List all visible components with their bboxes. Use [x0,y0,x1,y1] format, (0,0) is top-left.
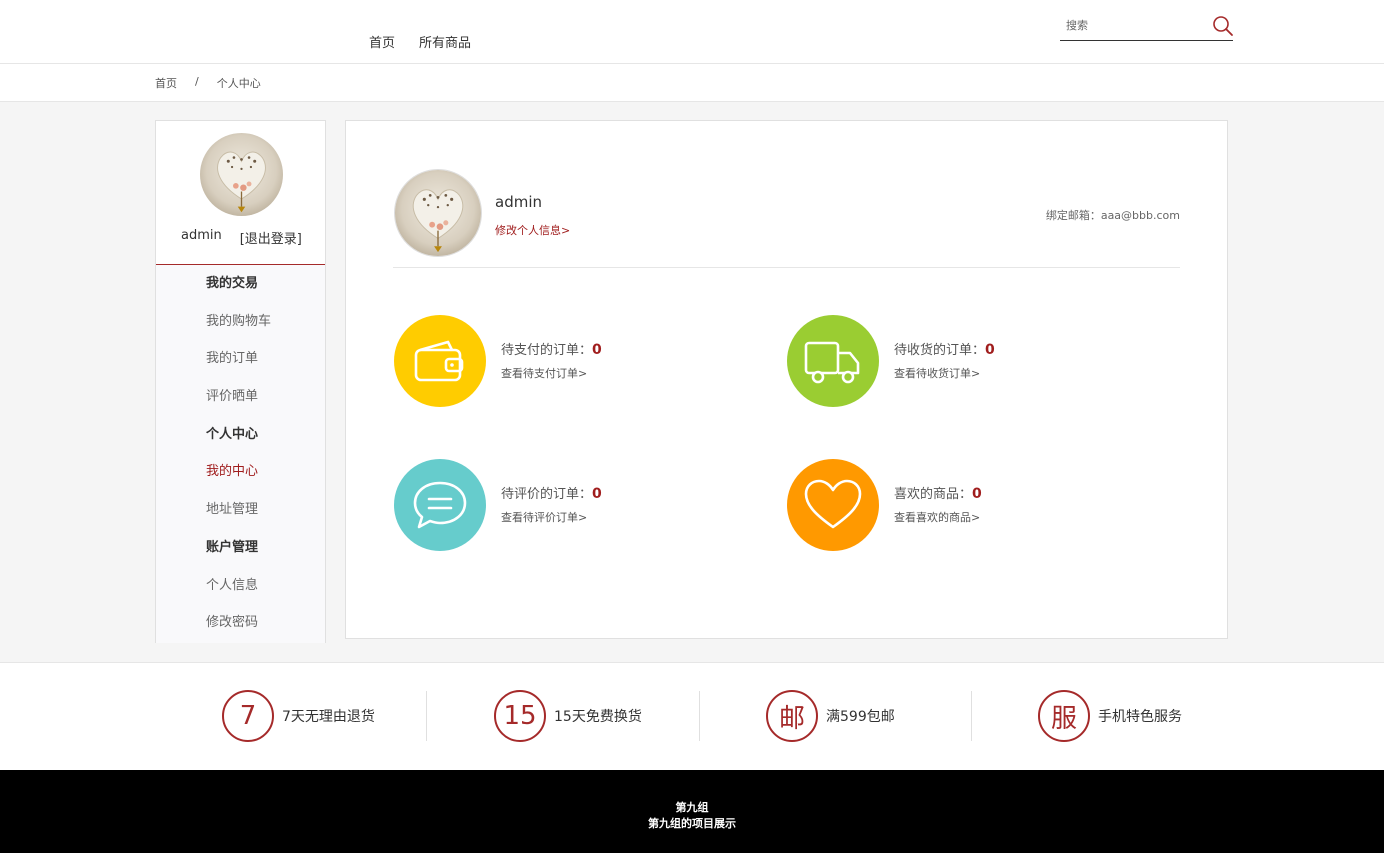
menu-heading-my-trades: 我的交易 [206,276,259,291]
sidebar-menu: 我的交易 我的购物车 我的订单 评价晒单 个人中心 我的中心 地址管理 账户管理… [156,265,325,643]
stat-label-text: 待评价的订单： [501,487,593,502]
email-label: 绑定邮箱： [1045,209,1101,222]
service-divider [971,691,972,741]
breadcrumb-current: 个人中心 [216,77,261,90]
shipping-icon: 邮 [766,690,818,742]
service-item: 邮 满599包邮 [766,690,895,742]
profile-avatar [394,169,482,257]
return-icon: 7 [222,690,274,742]
menu-heading-account: 账户管理 [206,539,259,555]
stat-label-text: 待收货的订单： [894,343,986,358]
sidebar-user-line: admin [退出登录] [181,228,302,247]
site-header: 首页 所有商品 [0,0,1384,64]
main-panel: admin 修改个人信息> 绑定邮箱：aaa@bbb.com 待支付的订单：0 … [345,120,1228,639]
main-nav: 首页 所有商品 [369,32,471,51]
service-item: 服 手机特色服务 [1038,690,1182,742]
service-text: 满599包邮 [826,709,895,725]
service-item: 15 15天免费换货 [494,690,642,742]
nav-all-products[interactable]: 所有商品 [419,32,471,51]
chat-bubble-icon[interactable] [394,459,486,551]
stat-pending-payment: 待支付的订单：0 查看待支付订单> [394,315,694,409]
bound-email: 绑定邮箱：aaa@bbb.com [1046,207,1180,223]
service-item: 7 7天无理由退货 [222,690,375,742]
exchange-icon: 15 [494,690,546,742]
menu-item-my-center[interactable]: 我的中心 [156,453,325,491]
stat-favorites: 喜欢的商品：0 查看喜欢的商品> [787,459,1087,553]
search-box [1060,12,1233,41]
menu-item-address[interactable]: 地址管理 [156,491,325,529]
menu-heading-personal-center: 个人中心 [206,426,259,442]
view-pending-delivery-link[interactable]: 查看待收货订单> [894,365,980,381]
service-divider [699,691,700,741]
stat-label: 待评价的订单：0 [501,483,602,502]
service-text: 手机特色服务 [1098,709,1182,725]
stat-count: 0 [592,486,602,502]
service-icon: 服 [1038,690,1090,742]
wallet-icon[interactable] [394,315,486,407]
service-text: 7天无理由退货 [282,709,375,725]
menu-item-change-password[interactable]: 修改密码 [156,604,325,642]
email-value: aaa@bbb.com [1100,209,1180,222]
stat-count: 0 [972,486,982,502]
stat-label: 喜欢的商品：0 [894,483,982,502]
breadcrumb-separator: / [195,75,199,88]
breadcrumb: 首页 / 个人中心 [155,75,261,91]
truck-icon[interactable] [787,315,879,407]
search-icon[interactable] [1212,15,1234,37]
stat-label-text: 待支付的订单： [501,343,593,358]
menu-item-reviews[interactable]: 评价晒单 [156,378,325,416]
breadcrumb-home[interactable]: 首页 [155,75,177,91]
service-strip: 7 7天无理由退货 15 15天免费换货 邮 满599包邮 服 手机特色服务 [0,662,1384,770]
stat-label-text: 喜欢的商品： [894,487,973,502]
view-favorites-link[interactable]: 查看喜欢的商品> [894,509,980,525]
stat-count: 0 [985,342,995,358]
stat-pending-review: 待评价的订单：0 查看待评价订单> [394,459,694,553]
nav-home[interactable]: 首页 [369,32,395,51]
profile-username: admin [495,193,542,211]
profile-divider [393,267,1180,268]
view-pending-payment-link[interactable]: 查看待支付订单> [501,365,587,381]
menu-item-cart[interactable]: 我的购物车 [156,303,325,341]
logout-link[interactable]: [退出登录] [240,228,302,247]
service-divider [426,691,427,741]
stat-pending-delivery: 待收货的订单：0 查看待收货订单> [787,315,1087,409]
sidebar-user-panel: admin [退出登录] [156,121,325,265]
edit-profile-link[interactable]: 修改个人信息> [495,222,570,238]
stat-label: 待支付的订单：0 [501,339,602,358]
menu-item-orders[interactable]: 我的订单 [156,340,325,378]
view-pending-review-link[interactable]: 查看待评价订单> [501,509,587,525]
sidebar: admin [退出登录] 我的交易 我的购物车 我的订单 评价晒单 个人中心 我… [155,120,326,643]
heart-icon[interactable] [787,459,879,551]
stat-count: 0 [592,342,602,358]
menu-item-profile-info[interactable]: 个人信息 [156,567,325,605]
footer-title: 第九组 [675,801,709,814]
avatar [200,133,283,216]
search-input[interactable] [1066,16,1206,34]
sidebar-username: admin [181,228,222,243]
stat-label: 待收货的订单：0 [894,339,995,358]
site-footer: 第九组 第九组的项目展示 [0,770,1384,853]
footer-subtitle: 第九组的项目展示 [648,817,736,830]
service-text: 15天免费换货 [554,709,642,725]
